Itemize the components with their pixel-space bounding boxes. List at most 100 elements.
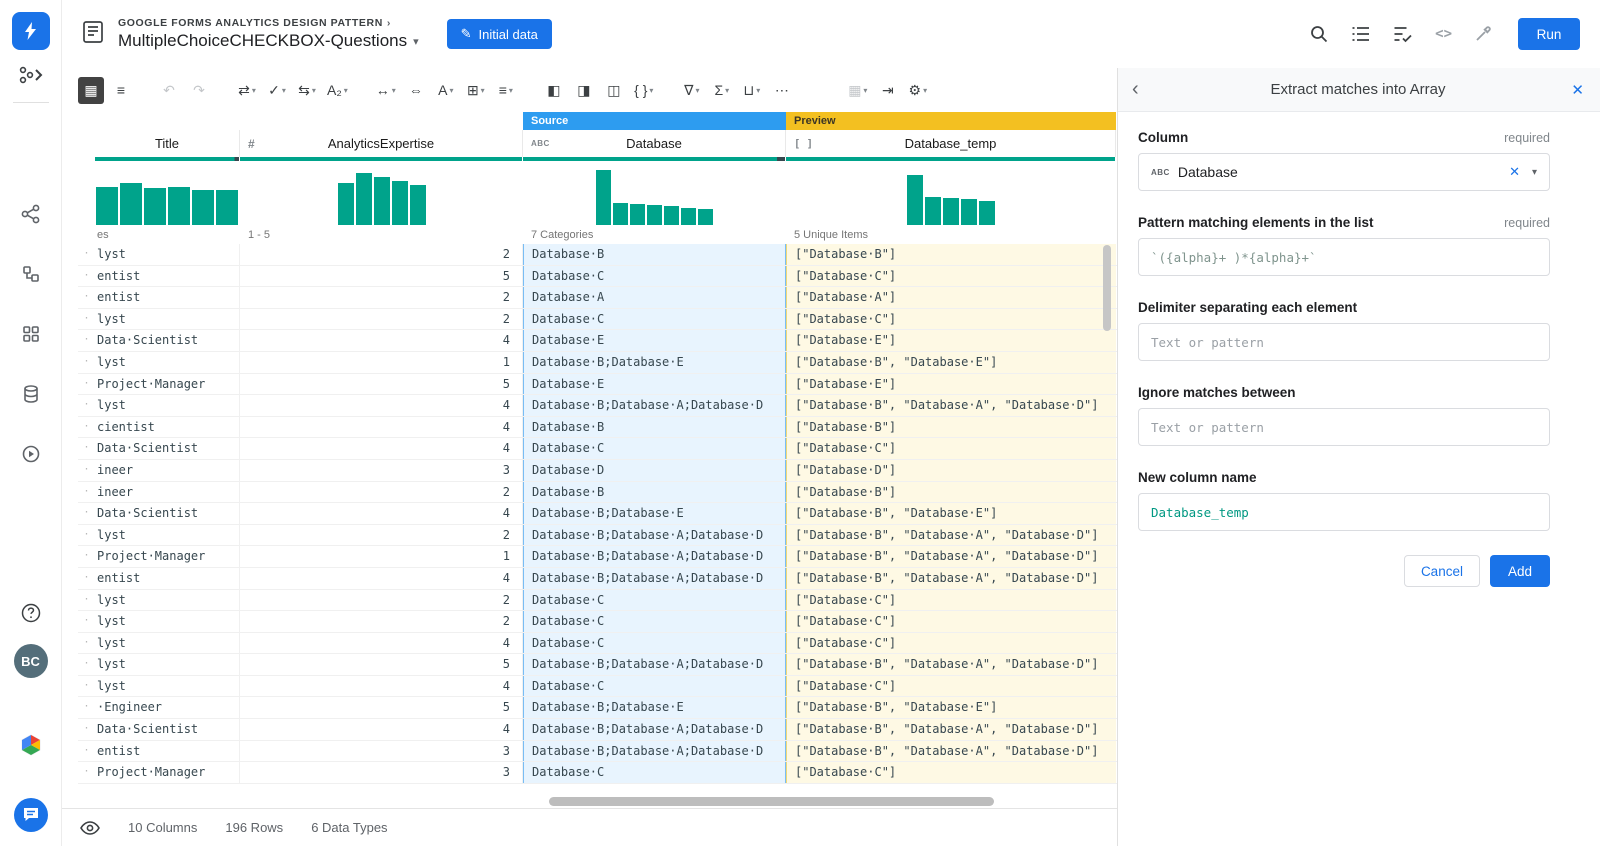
avatar[interactable]: BC — [14, 644, 48, 678]
eye-icon[interactable] — [80, 821, 100, 835]
cell-database[interactable]: Database·C — [523, 266, 786, 287]
histogram-bar[interactable] — [356, 173, 372, 225]
histogram-bar[interactable] — [168, 187, 190, 225]
row-marker[interactable]: · — [78, 719, 95, 740]
table-row[interactable]: ·lyst4Database·C["Database·C"] — [78, 676, 1117, 698]
new-column-name-input[interactable] — [1138, 493, 1550, 531]
cell-database[interactable]: Database·B;Database·E — [523, 352, 786, 373]
row-marker[interactable]: · — [78, 438, 95, 459]
cell-database-temp[interactable]: ["Database·B", "Database·A", "Database·D… — [786, 395, 1116, 416]
recipe-steps-icon[interactable] — [1351, 25, 1371, 43]
cell-title[interactable]: Project·Manager — [95, 374, 240, 395]
cell-database[interactable]: Database·E — [523, 374, 786, 395]
histogram-bar[interactable] — [596, 170, 611, 225]
cell-database-temp[interactable]: ["Database·C"] — [786, 611, 1116, 632]
table-row[interactable]: ·ineer2Database·B["Database·B"] — [78, 482, 1117, 504]
row-marker[interactable]: · — [78, 697, 95, 718]
cell-title[interactable]: Project·Manager — [95, 762, 240, 783]
histogram-bar[interactable] — [961, 199, 977, 225]
jobs-icon[interactable] — [13, 439, 49, 469]
table-row[interactable]: ·lyst2Database·C["Database·C"] — [78, 611, 1117, 633]
list-view-icon[interactable]: ≡ — [108, 77, 134, 104]
cell-database[interactable]: Database·C — [523, 676, 786, 697]
cell-analyticsexpertise[interactable]: 3 — [240, 460, 523, 481]
cell-database-temp[interactable]: ["Database·B"] — [786, 244, 1116, 265]
cell-analyticsexpertise[interactable]: 5 — [240, 697, 523, 718]
table-row[interactable]: ·lyst4Database·B;Database·A;Database·D["… — [78, 395, 1117, 417]
cell-database[interactable]: Database·D — [523, 460, 786, 481]
cell-title[interactable]: lyst — [95, 525, 240, 546]
cell-database[interactable]: Database·B;Database·A;Database·D — [523, 654, 786, 675]
row-marker[interactable]: · — [78, 568, 95, 589]
cell-title[interactable]: entist — [95, 568, 240, 589]
cell-title[interactable]: Data·Scientist — [95, 330, 240, 351]
histogram-bar[interactable] — [96, 187, 118, 225]
cell-analyticsexpertise[interactable]: 4 — [240, 417, 523, 438]
column-header-title[interactable]: Title — [95, 130, 240, 157]
cell-title[interactable]: Data·Scientist — [95, 503, 240, 524]
row-marker[interactable]: · — [78, 546, 95, 567]
replace-icon[interactable]: ⇄▾ — [234, 77, 260, 104]
row-marker[interactable]: · — [78, 503, 95, 524]
histogram-bar[interactable] — [664, 206, 679, 225]
cell-database-temp[interactable]: ["Database·C"] — [786, 676, 1116, 697]
row-marker[interactable]: · — [78, 395, 95, 416]
app-logo[interactable] — [12, 12, 50, 50]
histogram-bar[interactable] — [216, 190, 238, 225]
row-marker[interactable]: · — [78, 654, 95, 675]
quality-bar[interactable] — [95, 157, 239, 161]
row-marker[interactable]: · — [78, 460, 95, 481]
library-icon[interactable] — [13, 319, 49, 349]
cell-database-temp[interactable]: ["Database·C"] — [786, 633, 1116, 654]
code-icon[interactable]: <> — [1435, 26, 1452, 42]
cell-analyticsexpertise[interactable]: 3 — [240, 741, 523, 762]
cancel-button[interactable]: Cancel — [1404, 555, 1480, 587]
cell-database[interactable]: Database·A — [523, 287, 786, 308]
insert-icon[interactable]: ⊞▾ — [463, 77, 489, 104]
cell-title[interactable]: lyst — [95, 590, 240, 611]
cell-analyticsexpertise[interactable]: 5 — [240, 654, 523, 675]
cell-database-temp[interactable]: ["Database·B"] — [786, 417, 1116, 438]
row-marker[interactable]: · — [78, 244, 95, 265]
histogram-bar[interactable] — [943, 198, 959, 225]
column-header-analyticsexpertise[interactable]: #AnalyticsExpertise — [240, 130, 523, 157]
row-marker[interactable]: · — [78, 417, 95, 438]
grid-view-icon[interactable]: ▦ — [78, 77, 104, 104]
table-row[interactable]: ·entist4Database·B;Database·A;Database·D… — [78, 568, 1117, 590]
cell-title[interactable]: ineer — [95, 460, 240, 481]
cell-database[interactable]: Database·B;Database·E — [523, 697, 786, 718]
union-icon[interactable]: ⊔▾ — [739, 77, 765, 104]
cell-title[interactable]: lyst — [95, 395, 240, 416]
unpivot-icon[interactable]: ◨ — [571, 77, 597, 104]
table-row[interactable]: ·ineer3Database·D["Database·D"] — [78, 460, 1117, 482]
histogram-bar[interactable] — [979, 201, 995, 225]
row-marker[interactable]: · — [78, 762, 95, 783]
aggregate-icon[interactable]: Σ▾ — [709, 77, 735, 104]
histogram-bar[interactable] — [907, 175, 923, 225]
rows-icon[interactable]: ≡▾ — [493, 77, 519, 104]
cell-analyticsexpertise[interactable]: 4 — [240, 719, 523, 740]
cell-title[interactable]: Data·Scientist — [95, 438, 240, 459]
cell-database-temp[interactable]: ["Database·B"] — [786, 482, 1116, 503]
table-row[interactable]: ·entist3Database·B;Database·A;Database·D… — [78, 741, 1117, 763]
column-header-database-temp[interactable]: [ ]Database_temp — [786, 130, 1116, 157]
gcp-logo-icon[interactable] — [13, 730, 49, 760]
settings-sliders-icon[interactable]: ⚙▾ — [905, 77, 931, 104]
pivot-icon[interactable]: ◫ — [601, 77, 627, 104]
row-marker[interactable]: · — [78, 352, 95, 373]
cell-database-temp[interactable]: ["Database·C"] — [786, 309, 1116, 330]
columns-count[interactable]: 10 Columns — [128, 820, 197, 835]
cell-title[interactable]: lyst — [95, 633, 240, 654]
cell-title[interactable]: entist — [95, 287, 240, 308]
quality-bar[interactable] — [240, 157, 522, 161]
histogram-bar[interactable] — [630, 204, 645, 225]
count-icon[interactable]: A₂▾ — [324, 77, 351, 104]
row-marker[interactable]: · — [78, 330, 95, 351]
row-marker[interactable]: · — [78, 676, 95, 697]
row-marker[interactable]: · — [78, 482, 95, 503]
histogram-bar[interactable] — [613, 203, 628, 225]
flow-nav-icon[interactable] — [13, 60, 49, 90]
table-row[interactable]: ·lyst2Database·B["Database·B"] — [78, 244, 1117, 266]
cell-database[interactable]: Database·C — [523, 633, 786, 654]
cell-title[interactable]: entist — [95, 741, 240, 762]
